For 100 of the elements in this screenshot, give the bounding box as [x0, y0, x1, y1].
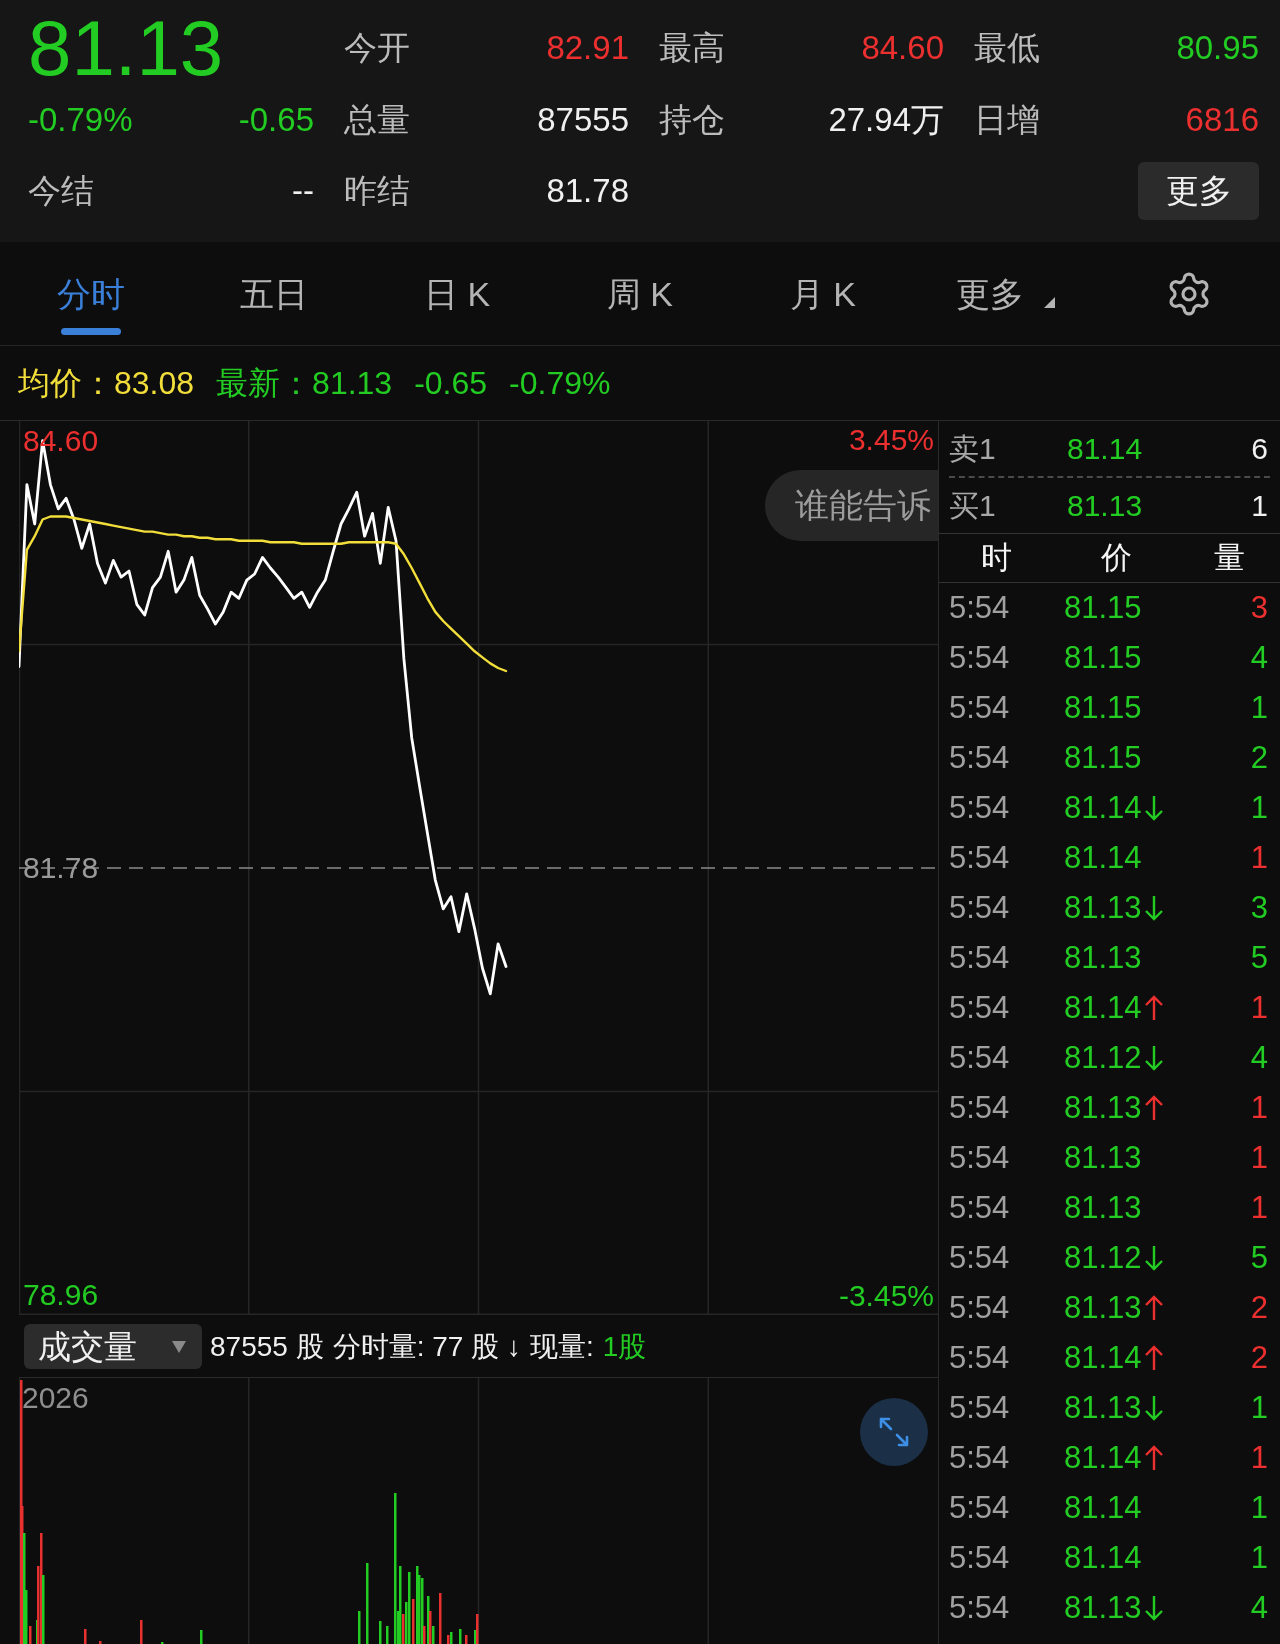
tab-underline — [61, 328, 122, 335]
change-percent: -0.79% — [28, 100, 133, 141]
trade-time: 5:54 — [949, 1038, 1011, 1077]
percent-axis-label: -3.45% — [838, 1279, 934, 1313]
trade-volume: 1 — [1250, 1088, 1268, 1127]
caret-icon — [1044, 297, 1056, 308]
trade-time: 5:54 — [949, 588, 1011, 627]
volume-axis-label: 2026 — [22, 1382, 89, 1414]
trade-price: 81.14 — [1064, 1488, 1142, 1527]
trade-volume: 1 — [1250, 1138, 1268, 1177]
price-axis-label: 78.96 — [23, 1278, 99, 1313]
trade-price: 81.13 — [1064, 1088, 1142, 1127]
order-price: 81.13 — [1067, 488, 1144, 524]
stat-value: -- — [292, 171, 314, 212]
arrow-up-icon — [1143, 1295, 1164, 1321]
legend-text: 最新：81.13 — [216, 364, 393, 403]
trade-volume: 1 — [1250, 1188, 1268, 1227]
trade-volume: 2 — [1250, 1288, 1268, 1327]
stat-label: 日增 — [974, 100, 1040, 141]
tab[interactable]: 五日 — [240, 272, 309, 316]
more-button[interactable]: 更多 — [1138, 162, 1259, 220]
stat-label: 最低 — [974, 28, 1040, 69]
trade-price: 81.13 — [1064, 1588, 1142, 1627]
trade-price: 81.15 — [1064, 738, 1142, 777]
trade-time: 5:54 — [949, 1588, 1011, 1627]
arrow-down-icon — [1143, 895, 1164, 921]
trade-volume: 1 — [1250, 1438, 1268, 1477]
arrow-up-icon — [1143, 1445, 1164, 1471]
trade-price: 81.12 — [1064, 1238, 1142, 1277]
legend-text: 均价：83.08 — [18, 364, 195, 403]
volume-bar — [99, 1641, 102, 1644]
trade-time: 5:54 — [949, 1388, 1011, 1427]
trade-time: 5:54 — [949, 788, 1011, 827]
order-price: 81.14 — [1067, 431, 1144, 467]
trade-price: 81.14 — [1064, 788, 1142, 827]
trade-price: 81.13 — [1064, 1388, 1142, 1427]
volume-bar — [459, 1629, 462, 1644]
tab[interactable]: 更多 — [956, 272, 1056, 316]
volume-bar — [439, 1593, 442, 1644]
stat-value: 81.78 — [546, 171, 629, 212]
volume-bar — [386, 1626, 389, 1644]
trade-volume: 1 — [1250, 688, 1268, 727]
volume-bar — [200, 1630, 203, 1644]
trade-time: 5:54 — [949, 738, 1011, 777]
volume-summary-text: 87555 股 — [210, 1329, 324, 1364]
stat-value: 27.94万 — [828, 100, 944, 141]
trade-volume: 1 — [1250, 788, 1268, 827]
trade-price: 81.14 — [1064, 838, 1142, 877]
trade-price: 81.14 — [1064, 988, 1142, 1027]
arrow-down-icon — [1143, 1595, 1164, 1621]
trade-volume: 4 — [1250, 1038, 1268, 1077]
volume-bar — [358, 1611, 361, 1644]
trade-price: 81.14 — [1064, 1538, 1142, 1577]
trade-time: 5:54 — [949, 1288, 1011, 1327]
tab[interactable]: 日 K — [424, 272, 491, 316]
trade-price: 81.13 — [1064, 888, 1142, 927]
stat-value: 87555 — [537, 100, 629, 141]
stat-label: 总量 — [344, 100, 410, 141]
column-header: 时 — [980, 538, 1013, 577]
trade-volume: 2 — [1250, 1338, 1268, 1377]
stat-label: 今结 — [28, 171, 94, 212]
stat-value: 80.95 — [1176, 28, 1259, 69]
caret-down-icon — [172, 1340, 186, 1353]
stat-label: 昨结 — [344, 171, 410, 212]
volume-summary-text: 分时量: 77 股 ↓ — [332, 1329, 521, 1364]
order-level-label: 卖1 — [949, 431, 997, 467]
stat-value: 82.91 — [546, 28, 629, 69]
arrow-down-icon — [1143, 1395, 1164, 1421]
trade-price: 81.12 — [1064, 1038, 1142, 1077]
price-axis-label: 84.60 — [23, 423, 99, 458]
trade-time: 5:54 — [949, 1488, 1011, 1527]
trade-volume: 1 — [1250, 1388, 1268, 1427]
stat-value: 6816 — [1185, 100, 1259, 141]
arrow-down-icon — [1143, 795, 1164, 821]
trade-time: 5:54 — [949, 1338, 1011, 1377]
volume-bar — [84, 1629, 87, 1644]
volume-summary-text: 1股 — [602, 1329, 647, 1364]
last-price: 81.13 — [28, 9, 224, 87]
tab[interactable]: 周 K — [606, 272, 674, 316]
stat-label: 持仓 — [659, 100, 725, 141]
trade-time: 5:54 — [949, 988, 1011, 1027]
trade-time: 5:54 — [949, 1238, 1011, 1277]
trade-volume: 4 — [1250, 1588, 1268, 1627]
trade-volume: 5 — [1250, 938, 1268, 977]
column-header: 量 — [1212, 538, 1246, 577]
trade-price: 81.15 — [1064, 638, 1142, 677]
order-volume: 1 — [1251, 488, 1268, 524]
trade-volume: 2 — [1250, 738, 1268, 777]
tab[interactable]: 分时 — [57, 272, 126, 335]
trade-time: 5:54 — [949, 688, 1011, 727]
tab[interactable]: 月 K — [789, 272, 856, 316]
arrow-up-icon — [1143, 1345, 1164, 1371]
indicator-dropdown[interactable]: 成交量 — [24, 1324, 202, 1369]
trade-time: 5:54 — [949, 1188, 1011, 1227]
question-bubble[interactable]: 谁能告诉 — [765, 470, 938, 541]
arrow-down-icon — [1143, 1245, 1164, 1271]
legend-text: -0.65 — [414, 364, 488, 403]
stat-label: 最高 — [659, 28, 725, 69]
arrow-down-icon — [1143, 1045, 1164, 1071]
trade-volume: 1 — [1250, 838, 1268, 877]
